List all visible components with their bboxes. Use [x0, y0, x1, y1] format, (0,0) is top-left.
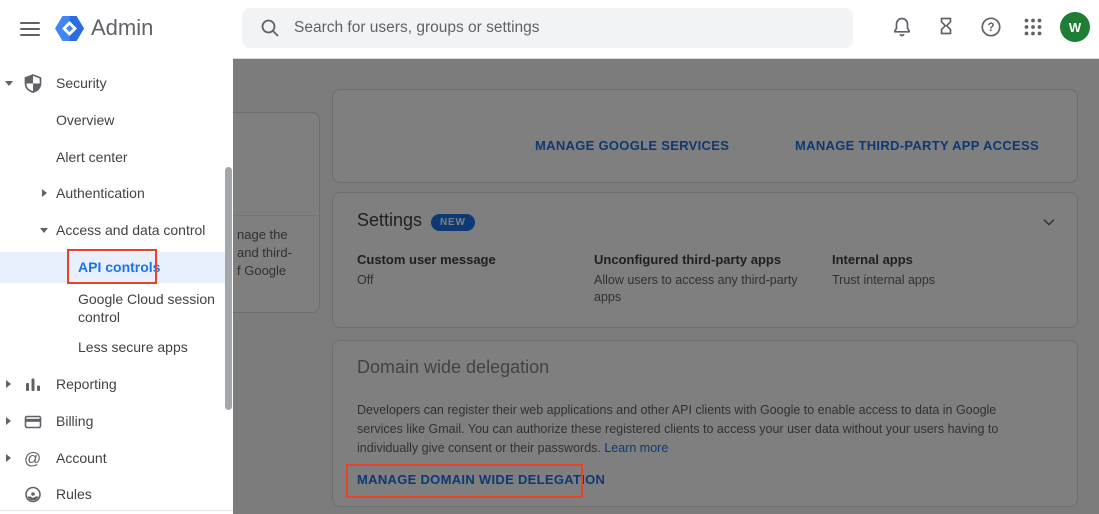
sidebar-item-security[interactable]: Security — [0, 70, 225, 96]
sidebar-item-rules[interactable]: Rules — [0, 481, 225, 507]
sidebar-item-alert-center[interactable]: Alert center — [0, 144, 225, 170]
sidebar-item-label: Less secure apps — [78, 339, 188, 355]
sidebar-item-label: Authentication — [56, 185, 145, 201]
apps-grid-icon[interactable] — [1021, 15, 1045, 39]
sidebar-item-label: Rules — [56, 486, 92, 502]
sidebar-item-account[interactable]: @ Account — [0, 445, 225, 471]
search-input[interactable] — [294, 8, 834, 48]
chevron-right-icon[interactable] — [42, 189, 47, 197]
sidebar-item-reporting[interactable]: Reporting — [0, 371, 225, 397]
chevron-right-icon[interactable] — [6, 380, 11, 388]
at-sign-icon: @ — [24, 449, 42, 468]
sidebar-item-label: Security — [56, 75, 107, 91]
annotation-box-api-controls — [67, 249, 157, 284]
rules-icon — [24, 485, 42, 504]
tasks-hourglass-icon[interactable] — [934, 15, 958, 39]
dim-overlay — [233, 59, 1099, 514]
annotation-box-manage-delegation — [346, 464, 583, 498]
main-content: nage the and third- f Google MANAGE GOOG… — [233, 58, 1099, 514]
search-icon — [261, 19, 279, 37]
menu-icon[interactable] — [18, 17, 42, 41]
sidebar-item-access-and-data-control[interactable]: Access and data control — [0, 217, 225, 243]
top-app-bar: Admin ? — [0, 0, 1099, 58]
sidebar-item-label: Reporting — [56, 376, 117, 392]
sidebar-divider — [0, 510, 233, 511]
admin-console-page: Admin ? — [0, 0, 1099, 514]
svg-text:?: ? — [987, 22, 994, 34]
help-icon[interactable]: ? — [979, 15, 1003, 39]
sidebar-item-billing[interactable]: Billing — [0, 408, 225, 434]
chevron-right-icon[interactable] — [6, 417, 11, 425]
app-title: Admin — [91, 15, 154, 40]
sidebar-item-label: Account — [56, 450, 107, 466]
sidebar-item-label: Access and data control — [56, 222, 206, 238]
avatar[interactable]: W — [1060, 12, 1090, 42]
sidebar-item-label: Google Cloud session control — [78, 291, 215, 325]
sidebar-nav: Security Overview Alert center Authentic… — [0, 58, 233, 514]
chevron-right-icon[interactable] — [6, 454, 11, 462]
google-admin-logo — [54, 13, 85, 44]
chevron-down-icon[interactable] — [5, 81, 13, 86]
search-bar[interactable] — [242, 8, 853, 48]
sidebar-item-authentication[interactable]: Authentication — [0, 180, 225, 206]
sidebar-item-label: Billing — [56, 413, 94, 429]
sidebar-item-overview[interactable]: Overview — [0, 107, 225, 133]
credit-card-icon — [24, 412, 42, 431]
notifications-bell-icon[interactable] — [890, 15, 914, 39]
sidebar-item-less-secure-apps[interactable]: Less secure apps — [0, 334, 225, 360]
sidebar-item-label: Alert center — [56, 149, 128, 165]
bar-chart-icon — [24, 375, 42, 394]
sidebar-scrollbar[interactable] — [225, 167, 232, 410]
shield-icon — [24, 74, 42, 93]
sidebar-item-label: Overview — [56, 112, 115, 128]
chevron-down-icon[interactable] — [40, 228, 48, 233]
